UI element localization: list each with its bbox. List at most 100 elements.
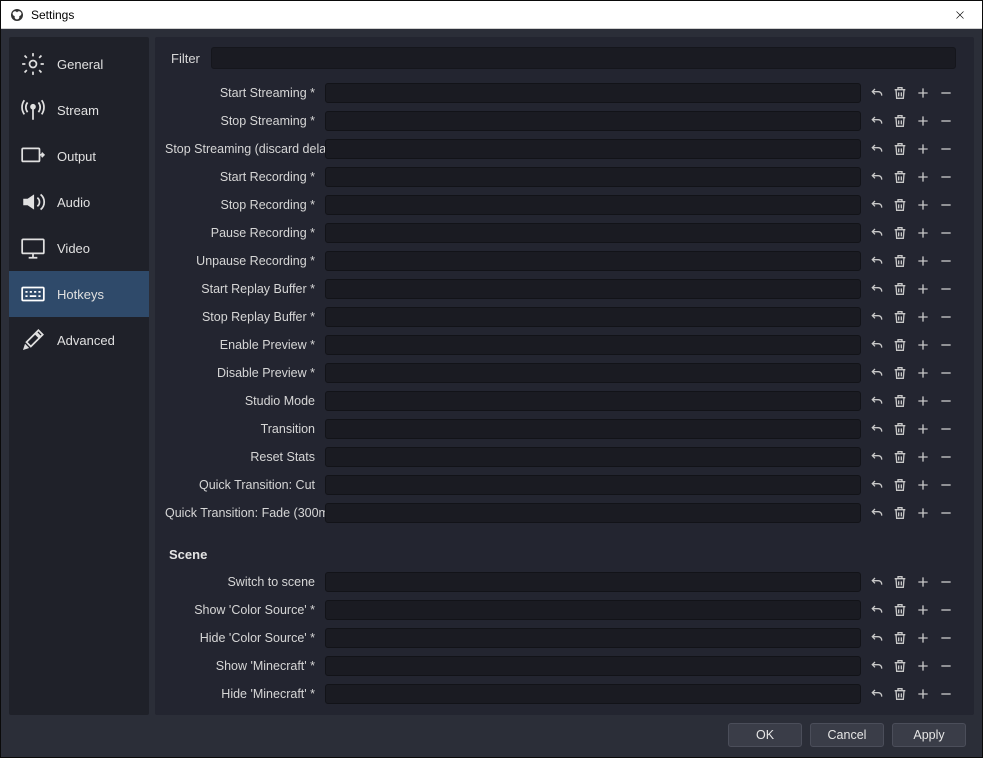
minus-icon[interactable] bbox=[936, 167, 956, 187]
plus-icon[interactable] bbox=[913, 335, 933, 355]
trash-icon[interactable] bbox=[890, 279, 910, 299]
hotkey-input[interactable] bbox=[325, 447, 861, 467]
minus-icon[interactable] bbox=[936, 391, 956, 411]
sidebar-item-hotkeys[interactable]: Hotkeys bbox=[9, 271, 149, 317]
filter-input[interactable] bbox=[211, 47, 956, 69]
minus-icon[interactable] bbox=[936, 279, 956, 299]
trash-icon[interactable] bbox=[890, 363, 910, 383]
undo-icon[interactable] bbox=[867, 503, 887, 523]
trash-icon[interactable] bbox=[890, 447, 910, 467]
undo-icon[interactable] bbox=[867, 335, 887, 355]
minus-icon[interactable] bbox=[936, 628, 956, 648]
minus-icon[interactable] bbox=[936, 195, 956, 215]
undo-icon[interactable] bbox=[867, 251, 887, 271]
plus-icon[interactable] bbox=[913, 223, 933, 243]
trash-icon[interactable] bbox=[890, 475, 910, 495]
undo-icon[interactable] bbox=[867, 111, 887, 131]
minus-icon[interactable] bbox=[936, 503, 956, 523]
trash-icon[interactable] bbox=[890, 195, 910, 215]
plus-icon[interactable] bbox=[913, 83, 933, 103]
plus-icon[interactable] bbox=[913, 572, 933, 592]
minus-icon[interactable] bbox=[936, 83, 956, 103]
trash-icon[interactable] bbox=[890, 307, 910, 327]
hotkey-input[interactable] bbox=[325, 600, 861, 620]
minus-icon[interactable] bbox=[936, 656, 956, 676]
undo-icon[interactable] bbox=[867, 307, 887, 327]
undo-icon[interactable] bbox=[867, 223, 887, 243]
plus-icon[interactable] bbox=[913, 391, 933, 411]
plus-icon[interactable] bbox=[913, 447, 933, 467]
minus-icon[interactable] bbox=[936, 223, 956, 243]
sidebar-item-audio[interactable]: Audio bbox=[9, 179, 149, 225]
trash-icon[interactable] bbox=[890, 223, 910, 243]
plus-icon[interactable] bbox=[913, 419, 933, 439]
plus-icon[interactable] bbox=[913, 307, 933, 327]
undo-icon[interactable] bbox=[867, 447, 887, 467]
minus-icon[interactable] bbox=[936, 139, 956, 159]
sidebar-item-video[interactable]: Video bbox=[9, 225, 149, 271]
hotkey-input[interactable] bbox=[325, 656, 861, 676]
hotkey-input[interactable] bbox=[325, 391, 861, 411]
minus-icon[interactable] bbox=[936, 447, 956, 467]
trash-icon[interactable] bbox=[890, 251, 910, 271]
minus-icon[interactable] bbox=[936, 419, 956, 439]
plus-icon[interactable] bbox=[913, 628, 933, 648]
undo-icon[interactable] bbox=[867, 475, 887, 495]
minus-icon[interactable] bbox=[936, 335, 956, 355]
plus-icon[interactable] bbox=[913, 684, 933, 704]
undo-icon[interactable] bbox=[867, 419, 887, 439]
trash-icon[interactable] bbox=[890, 572, 910, 592]
hotkey-input[interactable] bbox=[325, 195, 861, 215]
hotkey-input[interactable] bbox=[325, 628, 861, 648]
undo-icon[interactable] bbox=[867, 83, 887, 103]
ok-button[interactable]: OK bbox=[728, 723, 802, 747]
undo-icon[interactable] bbox=[867, 600, 887, 620]
undo-icon[interactable] bbox=[867, 195, 887, 215]
undo-icon[interactable] bbox=[867, 572, 887, 592]
trash-icon[interactable] bbox=[890, 503, 910, 523]
plus-icon[interactable] bbox=[913, 167, 933, 187]
plus-icon[interactable] bbox=[913, 656, 933, 676]
hotkey-input[interactable] bbox=[325, 83, 861, 103]
plus-icon[interactable] bbox=[913, 251, 933, 271]
plus-icon[interactable] bbox=[913, 111, 933, 131]
trash-icon[interactable] bbox=[890, 684, 910, 704]
undo-icon[interactable] bbox=[867, 656, 887, 676]
minus-icon[interactable] bbox=[936, 111, 956, 131]
cancel-button[interactable]: Cancel bbox=[810, 723, 884, 747]
minus-icon[interactable] bbox=[936, 307, 956, 327]
sidebar-item-stream[interactable]: Stream bbox=[9, 87, 149, 133]
undo-icon[interactable] bbox=[867, 167, 887, 187]
undo-icon[interactable] bbox=[867, 139, 887, 159]
hotkey-input[interactable] bbox=[325, 279, 861, 299]
minus-icon[interactable] bbox=[936, 600, 956, 620]
trash-icon[interactable] bbox=[890, 656, 910, 676]
trash-icon[interactable] bbox=[890, 83, 910, 103]
minus-icon[interactable] bbox=[936, 572, 956, 592]
trash-icon[interactable] bbox=[890, 167, 910, 187]
trash-icon[interactable] bbox=[890, 600, 910, 620]
minus-icon[interactable] bbox=[936, 363, 956, 383]
hotkey-input[interactable] bbox=[325, 572, 861, 592]
close-button[interactable] bbox=[938, 1, 982, 29]
plus-icon[interactable] bbox=[913, 195, 933, 215]
hotkey-input[interactable] bbox=[325, 475, 861, 495]
apply-button[interactable]: Apply bbox=[892, 723, 966, 747]
hotkey-input[interactable] bbox=[325, 223, 861, 243]
trash-icon[interactable] bbox=[890, 419, 910, 439]
hotkey-input[interactable] bbox=[325, 139, 861, 159]
plus-icon[interactable] bbox=[913, 139, 933, 159]
trash-icon[interactable] bbox=[890, 391, 910, 411]
hotkey-input[interactable] bbox=[325, 167, 861, 187]
plus-icon[interactable] bbox=[913, 279, 933, 299]
sidebar-item-output[interactable]: Output bbox=[9, 133, 149, 179]
undo-icon[interactable] bbox=[867, 363, 887, 383]
hotkey-input[interactable] bbox=[325, 111, 861, 131]
hotkey-input[interactable] bbox=[325, 251, 861, 271]
minus-icon[interactable] bbox=[936, 475, 956, 495]
sidebar-item-advanced[interactable]: Advanced bbox=[9, 317, 149, 363]
minus-icon[interactable] bbox=[936, 251, 956, 271]
trash-icon[interactable] bbox=[890, 139, 910, 159]
hotkey-input[interactable] bbox=[325, 335, 861, 355]
hotkey-input[interactable] bbox=[325, 684, 861, 704]
